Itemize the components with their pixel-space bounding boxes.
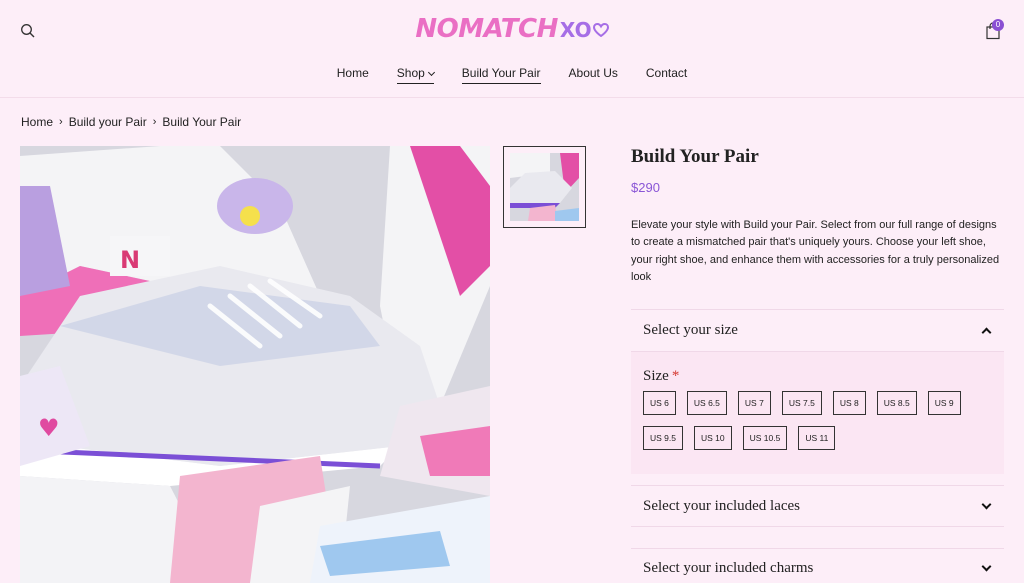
- chevron-down-icon: [981, 561, 992, 572]
- heart-icon: [592, 22, 609, 38]
- required-marker: *: [671, 368, 680, 384]
- size-accordion[interactable]: Select your size: [631, 309, 1004, 352]
- charms-accordion[interactable]: Select your included charms: [631, 548, 1004, 583]
- svg-text:♥: ♥: [38, 414, 60, 442]
- product-main-image[interactable]: ♥ N: [20, 146, 490, 583]
- size-options: US 6 US 6.5 US 7 US 7.5 US 8 US 8.5 US 9…: [643, 391, 973, 461]
- product-info: Build Your Pair $290 Elevate your style …: [631, 146, 1004, 286]
- site-logo[interactable]: NOMATCH XO: [0, 14, 1024, 44]
- product-title: Build Your Pair: [631, 146, 759, 167]
- nav-item-contact[interactable]: Contact: [646, 66, 687, 84]
- chevron-down-icon: [427, 68, 435, 77]
- product-thumbnail[interactable]: [503, 146, 586, 228]
- size-option-us-7[interactable]: US 7: [737, 391, 771, 415]
- laces-accordion-header[interactable]: Select your included laces: [631, 486, 1004, 526]
- size-accordion-title: Select your size: [643, 322, 738, 338]
- size-option-us-11[interactable]: US 11: [798, 426, 836, 450]
- size-option-us-8-5[interactable]: US 8.5: [876, 391, 917, 415]
- sneaker-collage-thumbnail-image: [510, 153, 579, 221]
- size-option-us-8[interactable]: US 8: [832, 391, 866, 415]
- size-option-us-10-5[interactable]: US 10.5: [742, 426, 788, 450]
- nav-item-home[interactable]: Home: [337, 66, 369, 84]
- product-description: Elevate your style with Build your Pair.…: [631, 219, 1000, 283]
- size-accordion-header[interactable]: Select your size: [631, 310, 1004, 351]
- chevron-up-icon: [981, 327, 992, 338]
- size-option-us-9[interactable]: US 9: [927, 391, 961, 415]
- size-option-us-6-5[interactable]: US 6.5: [686, 391, 727, 415]
- product-price: $290: [631, 180, 660, 195]
- breadcrumb-build-your-pair[interactable]: Build your Pair: [69, 115, 147, 129]
- charms-accordion-header[interactable]: Select your included charms: [631, 549, 1004, 583]
- main-nav: Home Shop Build Your Pair About Us Conta…: [0, 66, 1024, 84]
- svg-text:N: N: [120, 246, 140, 274]
- size-option-us-7-5[interactable]: US 7.5: [781, 391, 822, 415]
- nav-item-build-your-pair[interactable]: Build Your Pair: [461, 66, 541, 84]
- chevron-right-icon: ›: [59, 116, 63, 128]
- size-panel: Size * US 6 US 6.5 US 7 US 7.5 US 8 US 8.…: [631, 352, 1004, 474]
- laces-accordion-title: Select your included laces: [643, 497, 801, 514]
- size-label: Size *: [643, 368, 992, 385]
- breadcrumb-current: Build Your Pair: [162, 115, 242, 129]
- nav-item-about-us[interactable]: About Us: [569, 66, 618, 84]
- nav-item-shop[interactable]: Shop: [396, 66, 435, 84]
- site-header: NOMATCH XO 0 Home Shop Build Your Pair Ab…: [0, 0, 1024, 98]
- size-option-us-10[interactable]: US 10: [694, 426, 732, 450]
- thumbnail-image: [510, 153, 579, 221]
- size-option-us-6[interactable]: US 6: [643, 391, 676, 415]
- charms-accordion-title: Select your included charms: [643, 560, 814, 576]
- logo-suffix: XO: [559, 18, 592, 42]
- chevron-right-icon: ›: [152, 116, 157, 128]
- logo-wordmark: NOMATCH: [415, 14, 558, 44]
- chevron-down-icon: [981, 499, 992, 509]
- nav-item-shop-label: Shop: [396, 66, 425, 80]
- breadcrumb-home[interactable]: Home: [21, 115, 53, 129]
- cart-count-badge: 0: [992, 19, 1004, 31]
- size-option-us-9-5[interactable]: US 9.5: [643, 426, 683, 450]
- laces-accordion[interactable]: Select your included laces: [631, 485, 1004, 527]
- sneaker-collage-image: ♥ N: [20, 146, 490, 583]
- size-label-text: Size: [643, 368, 669, 384]
- breadcrumb: Home › Build your Pair › Build Your Pair: [21, 115, 241, 129]
